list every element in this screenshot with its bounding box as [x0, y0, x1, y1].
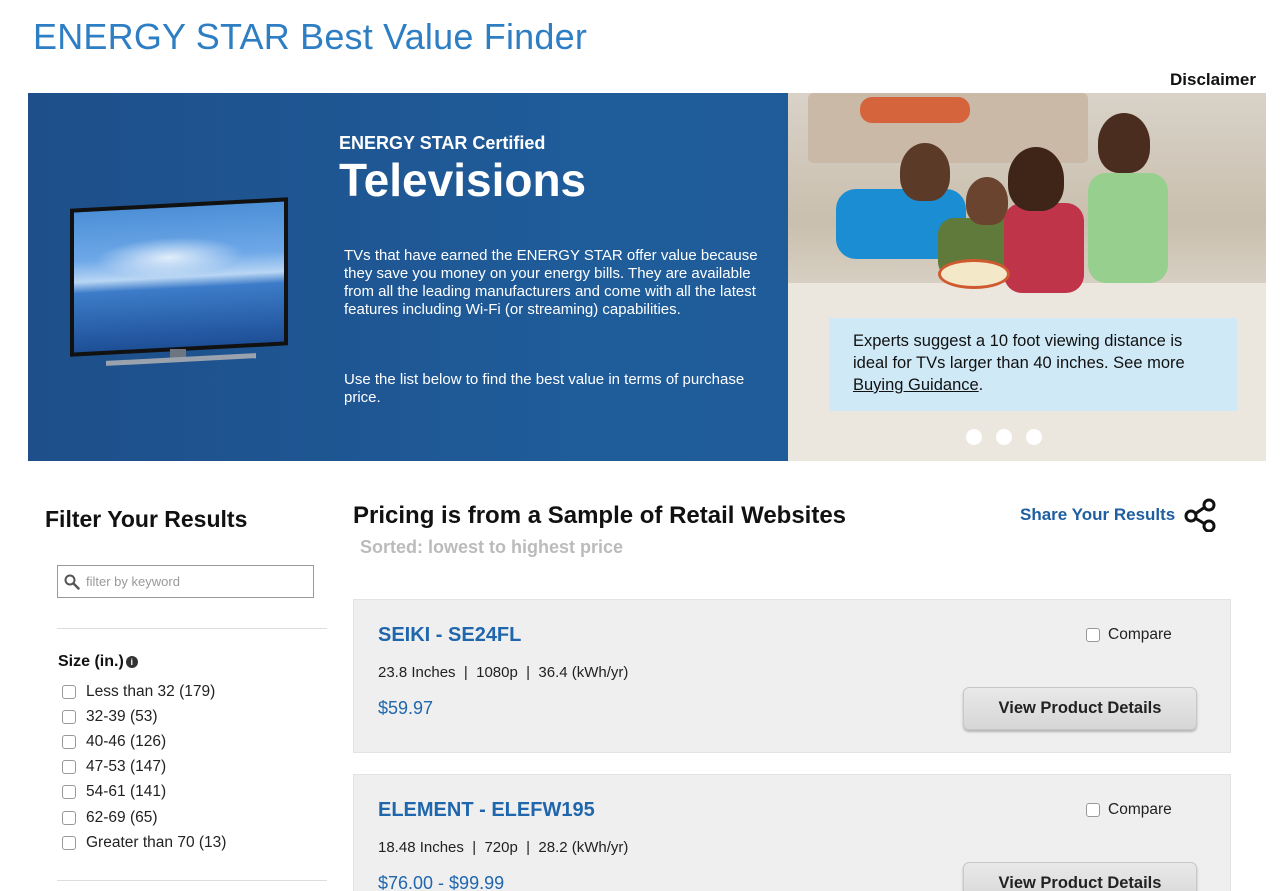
product-specs: 23.8 Inches | 1080p | 36.4 (kWh/yr) [378, 664, 629, 681]
product-name[interactable]: SEIKI - SE24FL [378, 624, 521, 647]
buying-guidance-link[interactable]: Buying Guidance [853, 376, 979, 394]
size-option-label: Less than 32 (179) [86, 682, 216, 700]
sort-order-label: Sorted: lowest to highest price [360, 537, 624, 557]
share-results-button[interactable]: Share Your Results [1020, 498, 1217, 532]
size-option[interactable]: 40-46 (126) [62, 729, 226, 754]
size-option[interactable]: 62-69 (65) [62, 805, 226, 830]
compare-checkbox[interactable]: Compare [1086, 801, 1172, 819]
carousel-dot[interactable] [996, 429, 1012, 445]
product-name[interactable]: ELEMENT - ELEFW195 [378, 799, 595, 822]
product-card: ELEMENT - ELEFW195 18.48 Inches | 720p |… [353, 774, 1231, 891]
size-filter-heading: Size (in.) i [58, 653, 138, 671]
info-icon[interactable]: i [125, 656, 138, 668]
checkbox[interactable] [1086, 628, 1100, 642]
search-icon [64, 574, 80, 590]
results-title: Pricing is from a Sample of Retail Websi… [353, 502, 847, 529]
checkbox[interactable] [1086, 803, 1100, 817]
size-heading-label: Size (in.) [58, 653, 124, 670]
view-product-details-button[interactable]: View Product Details [963, 862, 1197, 891]
viewing-tip: Experts suggest a 10 foot viewing distan… [829, 318, 1237, 411]
compare-checkbox[interactable]: Compare [1086, 626, 1172, 644]
product-price: $76.00 - $99.99 [378, 873, 505, 891]
checkbox[interactable] [62, 810, 76, 825]
product-price: $59.97 [378, 698, 434, 718]
checkbox[interactable] [62, 760, 76, 775]
size-option-label: 54-61 (141) [86, 783, 167, 801]
size-option-label: 62-69 (65) [86, 808, 158, 826]
share-icon [1184, 498, 1216, 532]
size-option-label: 32-39 (53) [86, 707, 158, 725]
size-option[interactable]: Less than 32 (179) [62, 679, 226, 704]
hero-subtitle: ENERGY STAR Certified [339, 133, 546, 153]
checkbox[interactable] [62, 785, 76, 800]
checkbox[interactable] [62, 835, 76, 850]
checkbox[interactable] [62, 709, 76, 724]
size-option-label: Greater than 70 (13) [86, 833, 227, 851]
keyword-filter-input[interactable] [86, 574, 306, 589]
disclaimer-link[interactable]: Disclaimer [1170, 70, 1256, 90]
share-label: Share Your Results [1020, 505, 1176, 524]
size-option[interactable]: 47-53 (147) [62, 755, 226, 780]
carousel-dot[interactable] [966, 429, 982, 445]
filter-title: Filter Your Results [45, 506, 248, 532]
keyword-filter-field[interactable] [57, 565, 314, 598]
tip-end: . [978, 376, 984, 394]
product-card: SEIKI - SE24FL 23.8 Inches | 1080p | 36.… [353, 599, 1231, 753]
compare-label: Compare [1108, 626, 1172, 643]
hero-title: Televisions [339, 154, 587, 206]
checkbox[interactable] [62, 684, 76, 699]
size-filter-list: Less than 32 (179) 32-39 (53) 40-46 (126… [62, 679, 226, 855]
page-title: ENERGY STAR Best Value Finder [33, 16, 588, 57]
size-option-label: 47-53 (147) [86, 758, 167, 776]
carousel-dots [966, 429, 1042, 445]
compare-label: Compare [1108, 801, 1172, 818]
divider [57, 628, 327, 629]
divider [57, 880, 327, 881]
hero-instruction: Use the list below to find the best valu… [344, 371, 745, 406]
size-option[interactable]: Greater than 70 (13) [62, 830, 226, 855]
size-option-label: 40-46 (126) [86, 732, 167, 750]
television-image [68, 197, 290, 366]
carousel-dot[interactable] [1026, 429, 1042, 445]
size-option[interactable]: 54-61 (141) [62, 780, 226, 805]
hero-description: TVs that have earned the ENERGY STAR off… [344, 247, 758, 318]
checkbox[interactable] [62, 734, 76, 749]
tip-text: Experts suggest a 10 foot viewing distan… [853, 332, 1185, 372]
view-product-details-button[interactable]: View Product Details [963, 687, 1197, 730]
product-specs: 18.48 Inches | 720p | 28.2 (kWh/yr) [378, 839, 629, 856]
size-option[interactable]: 32-39 (53) [62, 704, 226, 729]
